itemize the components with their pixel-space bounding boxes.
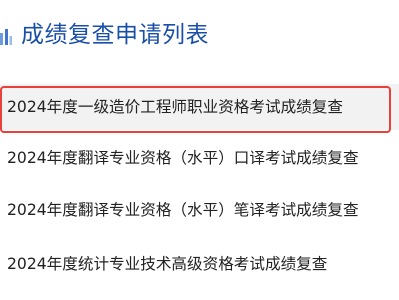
list-item-label: 2024年度翻译专业资格（水平）口译考试成绩复查 — [7, 149, 359, 167]
list-item-label: 2024年度翻译专业资格（水平）笔译考试成绩复查 — [7, 201, 359, 219]
list-item-label: 2024年度一级造价工程师职业资格考试成绩复查 — [7, 98, 343, 116]
list-item[interactable]: 2024年度一级造价工程师职业资格考试成绩复查 — [0, 84, 399, 130]
list-item[interactable]: 2024年度统计专业技术高级资格考试成绩复查 — [0, 244, 399, 284]
page-header: 成绩复查申请列表 — [0, 0, 399, 70]
list-item[interactable]: 2024年度翻译专业资格（水平）笔译考试成绩复查 — [0, 190, 399, 230]
list-item-label: 2024年度统计专业技术高级资格考试成绩复查 — [7, 255, 328, 273]
page-title: 成绩复查申请列表 — [21, 22, 209, 48]
bar-chart-icon — [0, 27, 12, 45]
list-item[interactable]: 2024年度翻译专业资格（水平）口译考试成绩复查 — [0, 138, 399, 178]
